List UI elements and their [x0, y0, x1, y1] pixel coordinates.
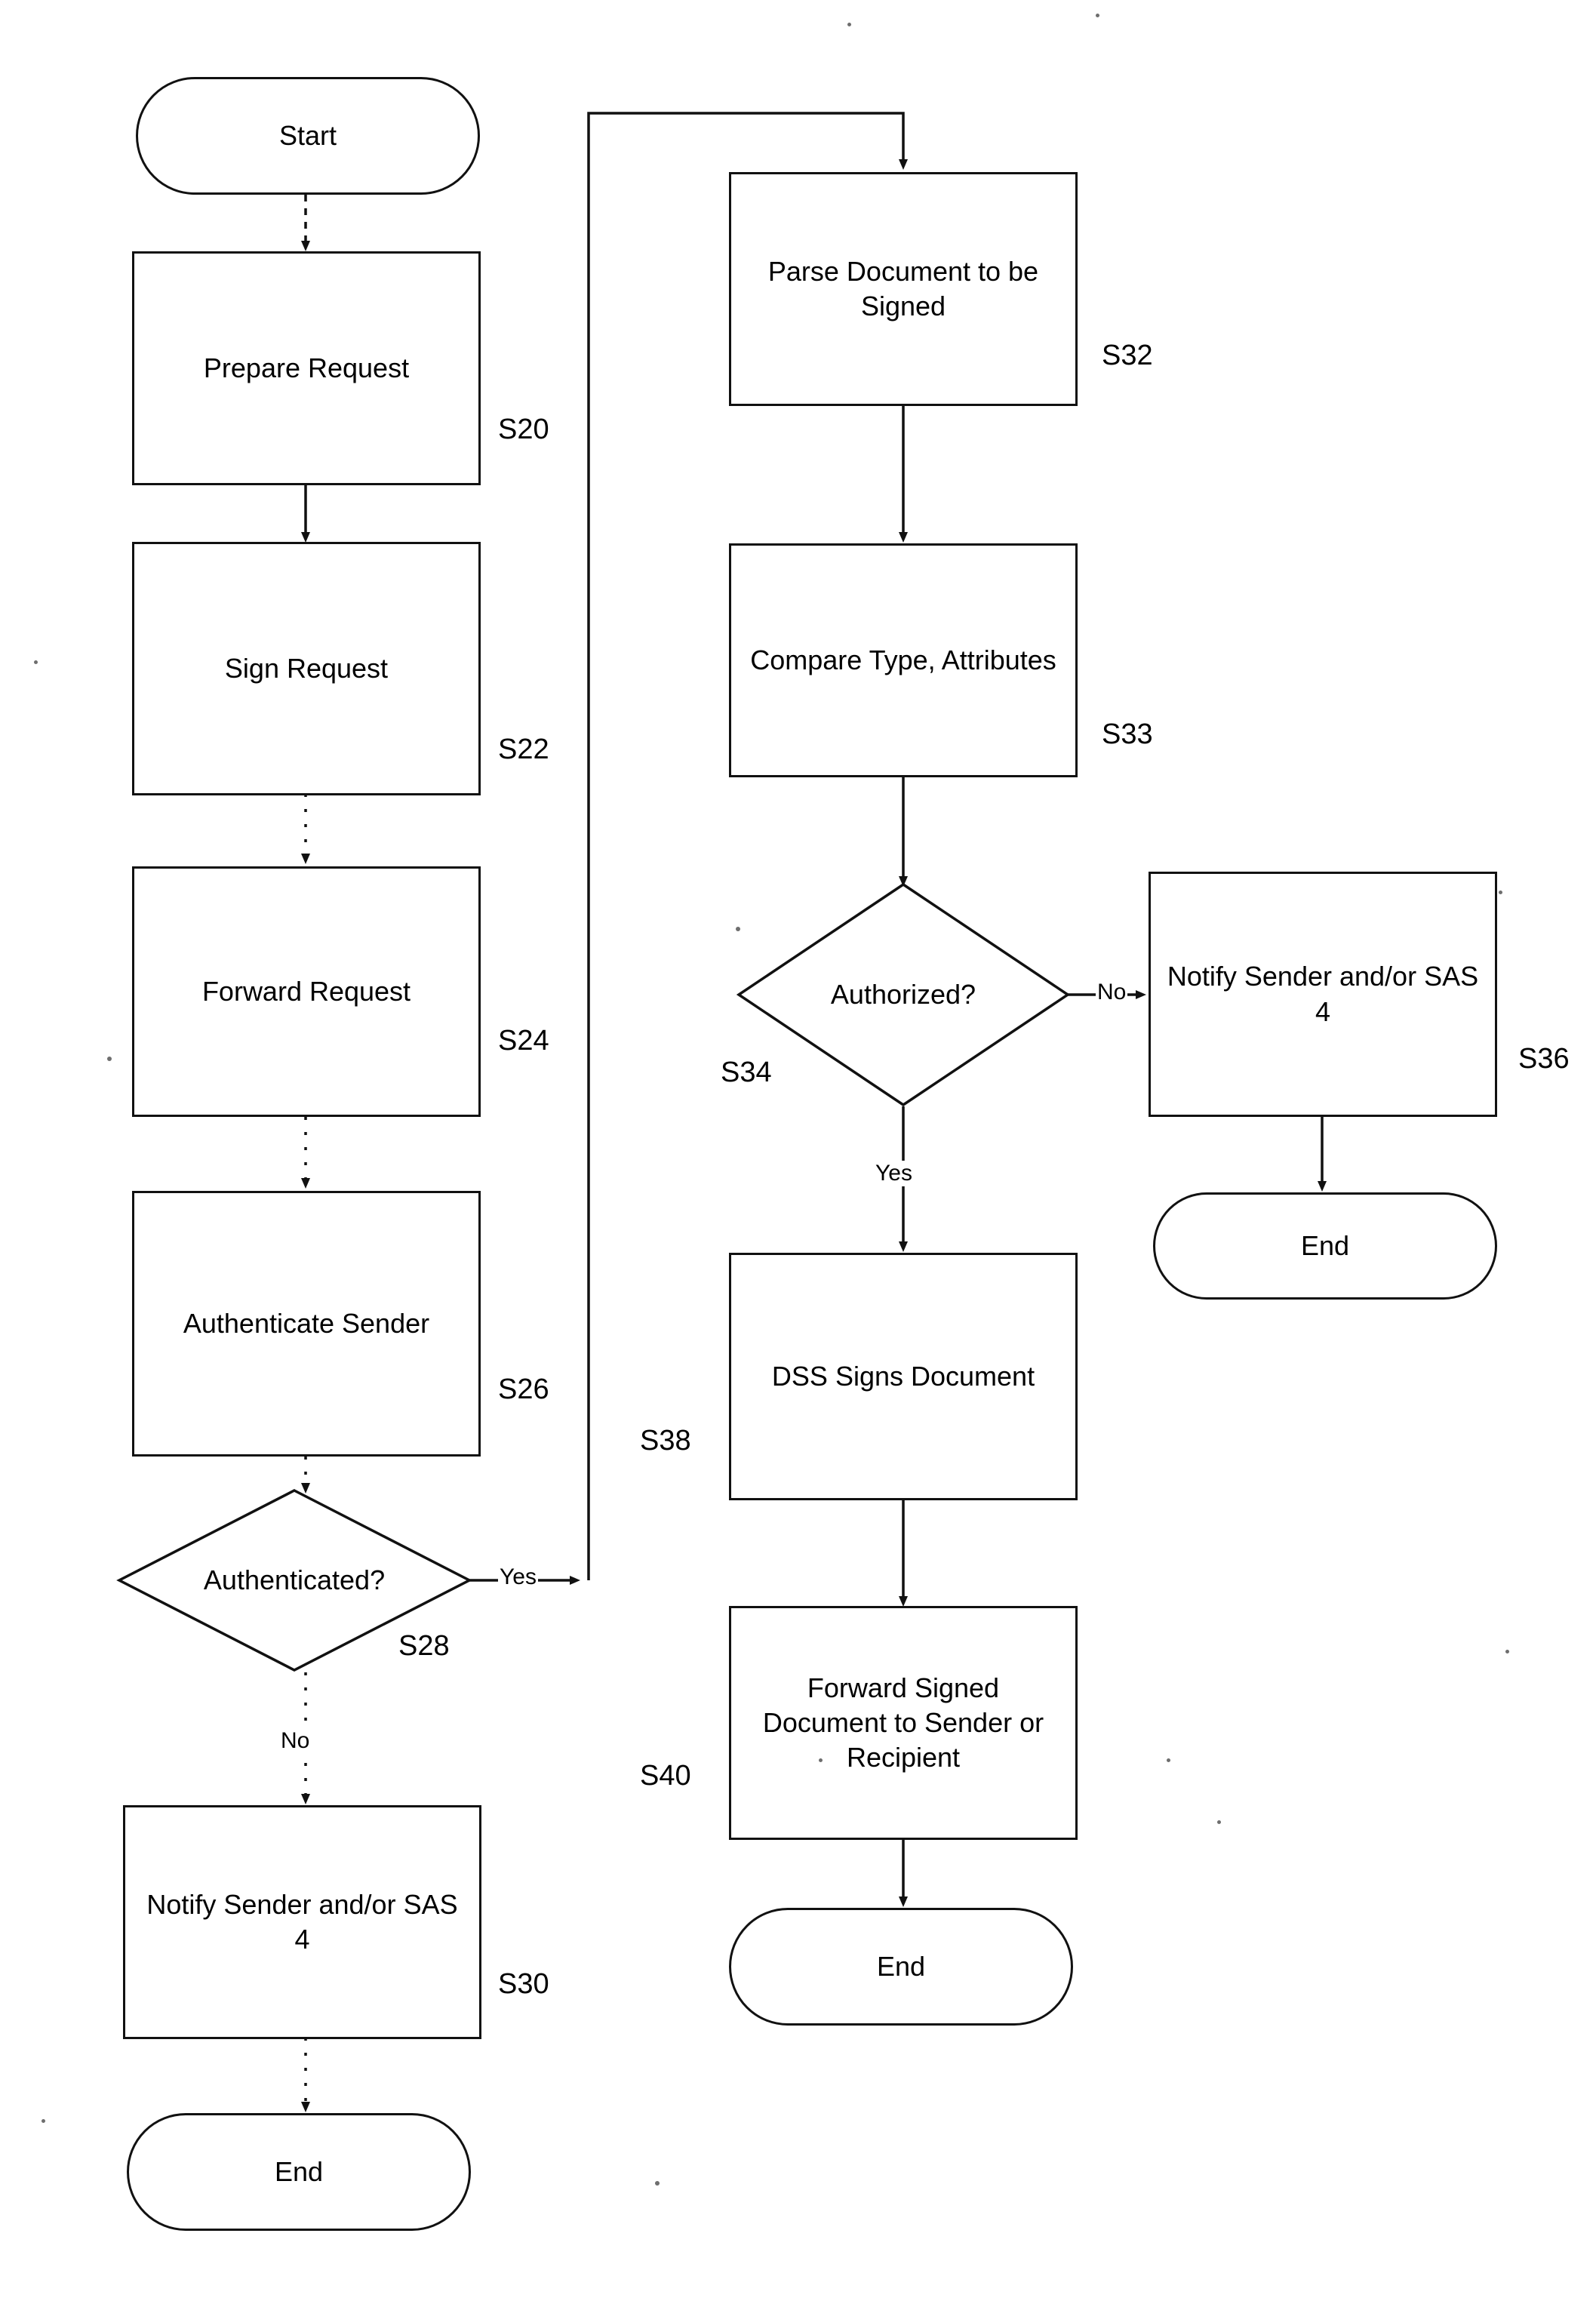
edge-label-authorized-yes: Yes [874, 1161, 914, 1186]
node-parse-document[interactable]: Parse Document to be Signed [729, 172, 1078, 406]
scan-speck [42, 2119, 45, 2123]
node-sign-request-label: Sign Request [224, 652, 389, 684]
node-parse-document-label: Parse Document to be Signed [767, 255, 1039, 321]
edge-label-authenticated-yes: Yes [498, 1564, 538, 1590]
step-label-s26: S26 [498, 1374, 549, 1405]
node-authorized-decision[interactable]: Authorized? [739, 884, 1068, 1105]
node-forward-request[interactable]: Forward Request [132, 866, 481, 1117]
scan-speck [736, 927, 740, 931]
step-label-s38: S38 [640, 1425, 691, 1457]
node-compare-type[interactable]: Compare Type, Attributes [729, 543, 1078, 777]
step-label-s32: S32 [1102, 340, 1153, 371]
node-authenticate-sender[interactable]: Authenticate Sender [132, 1191, 481, 1457]
edge-label-authorized-no: No [1096, 980, 1128, 1005]
node-forward-signed-label: Forward Signed Document to Sender or Rec… [762, 1672, 1044, 1773]
node-forward-request-label: Forward Request [201, 975, 411, 1007]
node-notify-sender-left-label: Notify Sender and/or SAS 4 [146, 1888, 458, 1955]
node-prepare-request-label: Prepare Request [203, 352, 410, 383]
step-label-s40: S40 [640, 1760, 691, 1792]
step-label-s36: S36 [1518, 1043, 1570, 1075]
node-dss-signs[interactable]: DSS Signs Document [729, 1253, 1078, 1500]
scan-speck [107, 1057, 112, 1061]
node-notify-sender-left[interactable]: Notify Sender and/or SAS 4 [123, 1805, 481, 2039]
scan-speck [847, 23, 851, 26]
node-prepare-request[interactable]: Prepare Request [132, 251, 481, 485]
scan-speck [1096, 14, 1099, 17]
node-sign-request[interactable]: Sign Request [132, 542, 481, 795]
step-label-s33: S33 [1102, 718, 1153, 750]
scan-speck [655, 2181, 660, 2186]
node-start-label: Start [278, 120, 337, 151]
node-dss-signs-label: DSS Signs Document [771, 1360, 1035, 1392]
node-end-left[interactable]: End [127, 2113, 471, 2231]
step-label-s20: S20 [498, 414, 549, 445]
step-label-s28: S28 [398, 1630, 450, 1662]
node-end-right[interactable]: End [1153, 1192, 1497, 1300]
node-notify-sender-right-label: Notify Sender and/or SAS 4 [1167, 961, 1479, 1027]
scan-speck [819, 1758, 823, 1762]
node-end-right-label: End [1300, 1230, 1350, 1261]
step-label-s24: S24 [498, 1025, 549, 1057]
node-start[interactable]: Start [136, 77, 480, 195]
node-compare-type-label: Compare Type, Attributes [750, 644, 1056, 675]
scan-speck [34, 660, 38, 664]
node-forward-signed[interactable]: Forward Signed Document to Sender or Rec… [729, 1606, 1078, 1840]
scan-speck [1217, 1820, 1221, 1824]
edge-label-authenticated-no: No [279, 1728, 312, 1754]
node-authenticate-sender-label: Authenticate Sender [183, 1307, 430, 1339]
scan-speck [1167, 1758, 1170, 1762]
node-notify-sender-right[interactable]: Notify Sender and/or SAS 4 [1149, 872, 1497, 1117]
node-end-middle[interactable]: End [729, 1908, 1073, 2026]
node-authorized-decision-label: Authorized? [830, 979, 976, 1010]
step-label-s34: S34 [721, 1057, 772, 1088]
step-label-s22: S22 [498, 734, 549, 765]
flowchart-canvas: Start Prepare Request S20 Sign Request S… [0, 0, 1596, 2301]
node-end-left-label: End [274, 2156, 324, 2187]
node-end-middle-label: End [876, 1951, 926, 1982]
scan-speck [1499, 891, 1502, 894]
step-label-s30: S30 [498, 1968, 549, 2000]
scan-speck [1505, 1650, 1509, 1653]
